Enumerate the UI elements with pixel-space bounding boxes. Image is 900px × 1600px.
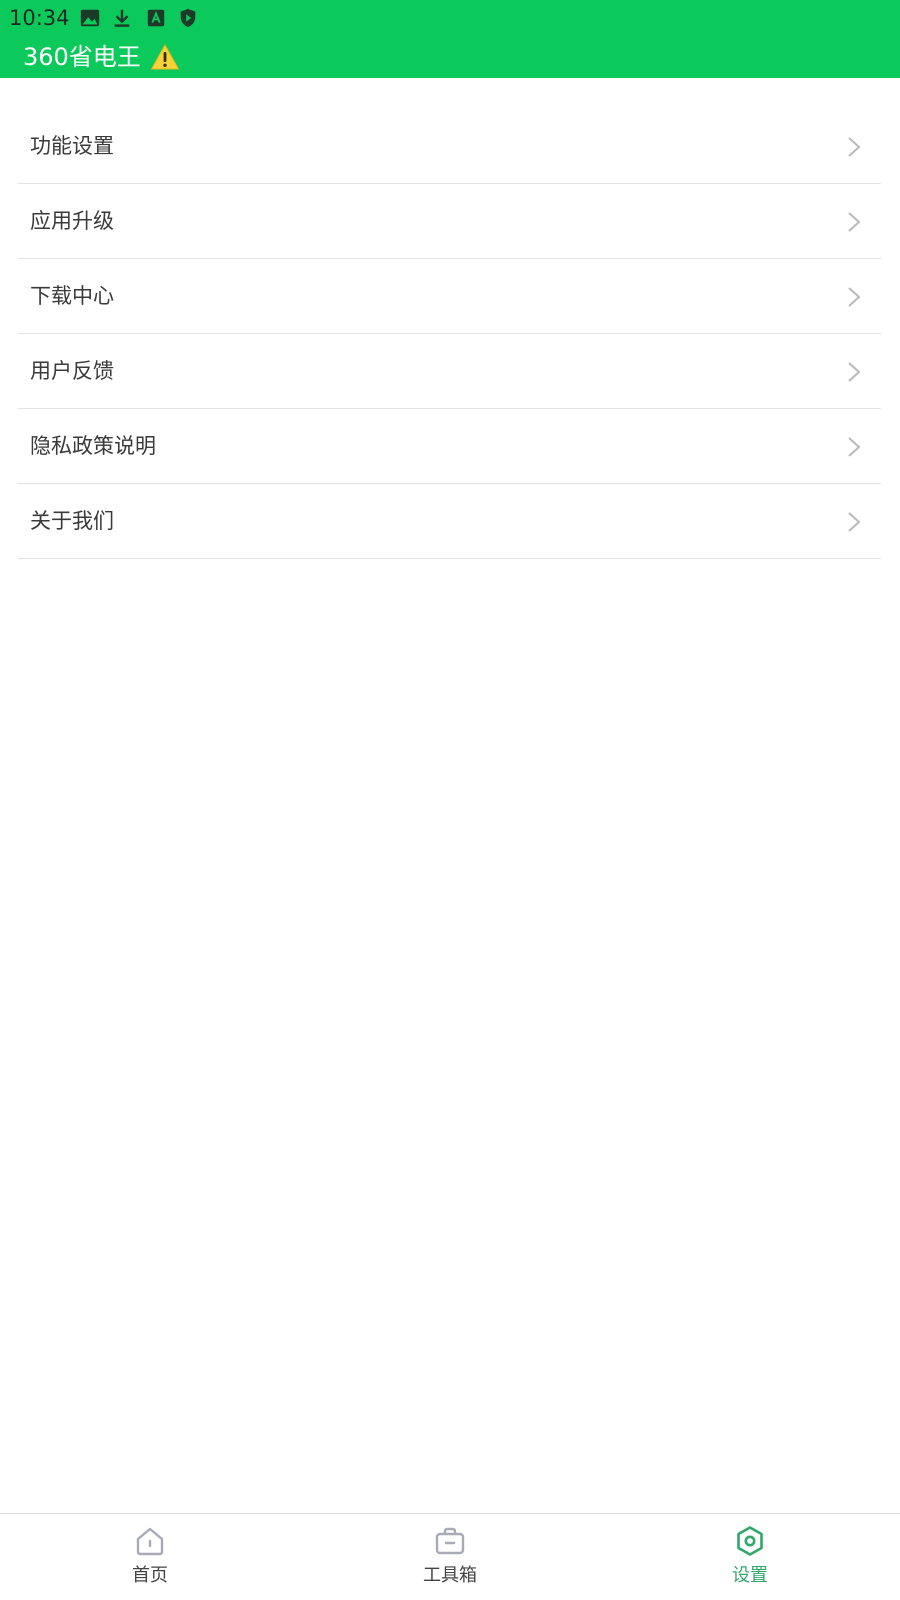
nav-tab-label: 工具箱 [423, 1565, 477, 1586]
settings-item-app-upgrade[interactable]: 应用升级 [18, 184, 881, 259]
toolbox-icon [435, 1527, 465, 1555]
a-box-icon [147, 9, 165, 27]
settings-item-label: 用户反馈 [30, 359, 114, 383]
shield-play-icon [180, 8, 196, 28]
bottom-nav: 首页 工具箱 设置 [0, 1513, 900, 1600]
status-bar: 10:34 [0, 0, 900, 36]
settings-item-label: 隐私政策说明 [30, 434, 156, 458]
chevron-right-icon [848, 212, 861, 232]
download-icon [114, 9, 130, 27]
warning-icon[interactable] [150, 43, 180, 71]
settings-item-privacy-policy[interactable]: 隐私政策说明 [18, 409, 881, 484]
nav-tab-label: 设置 [732, 1565, 768, 1586]
chevron-right-icon [848, 437, 861, 457]
chevron-right-icon [848, 137, 861, 157]
chevron-right-icon [848, 512, 861, 532]
app-header: 10:34 360省电王 [0, 0, 900, 78]
home-icon [136, 1527, 164, 1556]
settings-list: 功能设置 应用升级 下载中心 用户反馈 隐私政策说明 关于我们 [18, 109, 881, 559]
nav-tab-toolbox[interactable]: 工具箱 [300, 1514, 600, 1600]
settings-item-label: 功能设置 [30, 134, 114, 158]
app-title-row: 360省电王 [0, 38, 900, 78]
settings-item-about-us[interactable]: 关于我们 [18, 484, 881, 559]
nav-tab-home[interactable]: 首页 [0, 1514, 300, 1600]
settings-item-label: 应用升级 [30, 209, 114, 233]
chevron-right-icon [848, 362, 861, 382]
settings-item-label: 下载中心 [30, 284, 114, 308]
settings-item-user-feedback[interactable]: 用户反馈 [18, 334, 881, 409]
settings-item-label: 关于我们 [30, 509, 114, 533]
nav-tab-label: 首页 [132, 1565, 168, 1586]
chevron-right-icon [848, 287, 861, 307]
settings-hexagon-icon [737, 1526, 763, 1556]
app-title: 360省电王 [23, 43, 141, 71]
image-icon [80, 9, 100, 27]
nav-tab-settings[interactable]: 设置 [600, 1514, 900, 1600]
settings-screen: 10:34 360省电王 功能设置 应用升级 下载中心 用户反馈 隐私政策说明 … [0, 0, 900, 1600]
settings-item-feature-settings[interactable]: 功能设置 [18, 109, 881, 184]
settings-item-download-center[interactable]: 下载中心 [18, 259, 881, 334]
status-time: 10:34 [9, 6, 70, 30]
